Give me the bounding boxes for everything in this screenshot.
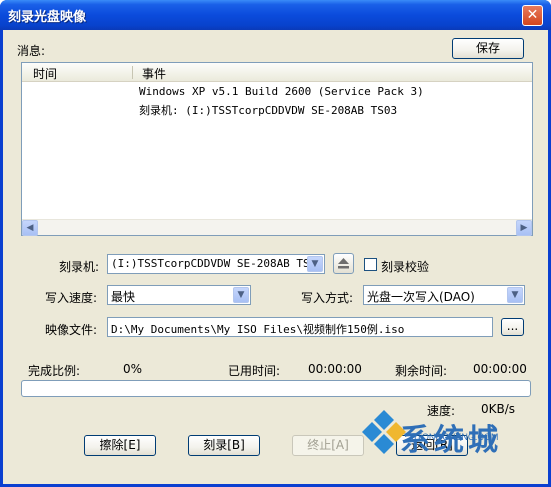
image-file-label: 映像文件: — [45, 323, 98, 337]
write-speed-value: 最快 — [111, 290, 136, 304]
burn-button[interactable]: 刻录[B] — [188, 435, 260, 456]
write-method-label: 写入方式: — [301, 291, 354, 305]
chevron-down-icon[interactable]: ▼ — [233, 287, 249, 303]
list-item: 刻录机: (I:)TSSTcorpCDDVDW SE-208AB TS03 — [139, 102, 397, 118]
burner-label: 刻录机: — [59, 260, 100, 274]
messages-label: 消息: — [17, 44, 46, 58]
column-header-time[interactable]: 时间 — [33, 65, 57, 82]
completion-value: 0% — [123, 362, 143, 376]
chevron-down-icon[interactable]: ▼ — [307, 256, 323, 272]
list-header: 时间 事件 — [22, 63, 532, 82]
horizontal-scrollbar[interactable]: ◀ ▶ — [22, 219, 532, 236]
column-divider[interactable] — [132, 66, 133, 79]
write-speed-label: 写入速度: — [45, 291, 98, 305]
completion-label: 完成比例: — [28, 364, 81, 378]
close-icon[interactable]: ✕ — [522, 5, 543, 26]
scroll-right-icon[interactable]: ▶ — [516, 220, 532, 236]
remaining-time-value: 00:00:00 — [473, 362, 527, 376]
write-method-select[interactable]: 光盘一次写入(DAO) ▼ — [363, 285, 525, 305]
elapsed-time-label: 已用时间: — [228, 364, 281, 378]
speed-value: 0KB/s — [481, 402, 516, 416]
write-method-value: 光盘一次写入(DAO) — [367, 290, 475, 304]
chevron-down-icon[interactable]: ▼ — [507, 287, 523, 303]
browse-button[interactable]: ... — [501, 318, 524, 336]
stop-button[interactable]: 终止[A] — [292, 435, 364, 456]
verify-label[interactable]: 刻录校验 — [381, 258, 429, 275]
image-file-path: D:\My Documents\My ISO Files\视频制作150例.is… — [111, 323, 405, 336]
image-file-field[interactable]: D:\My Documents\My ISO Files\视频制作150例.is… — [107, 317, 493, 337]
scroll-left-icon[interactable]: ◀ — [22, 220, 38, 236]
list-item-event: 刻录机: (I:)TSSTcorpCDDVDW SE-208AB TS03 — [139, 104, 398, 117]
title-bar[interactable]: 刻录光盘映像 ✕ — [0, 0, 551, 30]
burn-image-window: 刻录光盘映像 ✕ 消息: 保存 时间 事件 Windows XP v5.1 Bu… — [0, 0, 551, 487]
list-item: Windows XP v5.1 Build 2600 (Service Pack… — [139, 85, 424, 98]
column-header-event[interactable]: 事件 — [142, 65, 166, 82]
messages-list[interactable]: 时间 事件 Windows XP v5.1 Build 2600 (Servic… — [21, 62, 533, 236]
eject-button[interactable] — [333, 253, 354, 274]
burner-select[interactable]: (I:)TSSTcorpCDDVDW SE-208AB TS03 ▼ — [107, 254, 325, 274]
erase-button[interactable]: 擦除[E] — [84, 435, 156, 456]
write-speed-select[interactable]: 最快 ▼ — [107, 285, 251, 305]
burn-progress-bar — [21, 380, 531, 397]
elapsed-time-value: 00:00:00 — [308, 362, 362, 376]
list-item-event: Windows XP v5.1 Build 2600 (Service Pack… — [139, 85, 424, 98]
window-title: 刻录光盘映像 — [8, 10, 87, 25]
eject-icon — [338, 258, 349, 269]
save-button[interactable]: 保存 — [452, 38, 524, 59]
watermark-url: XITONGCHENG.COM — [408, 432, 499, 442]
verify-checkbox[interactable] — [364, 258, 377, 271]
remaining-time-label: 剩余时间: — [395, 364, 448, 378]
burner-select-value: (I:)TSSTcorpCDDVDW SE-208AB TS03 — [111, 257, 323, 270]
